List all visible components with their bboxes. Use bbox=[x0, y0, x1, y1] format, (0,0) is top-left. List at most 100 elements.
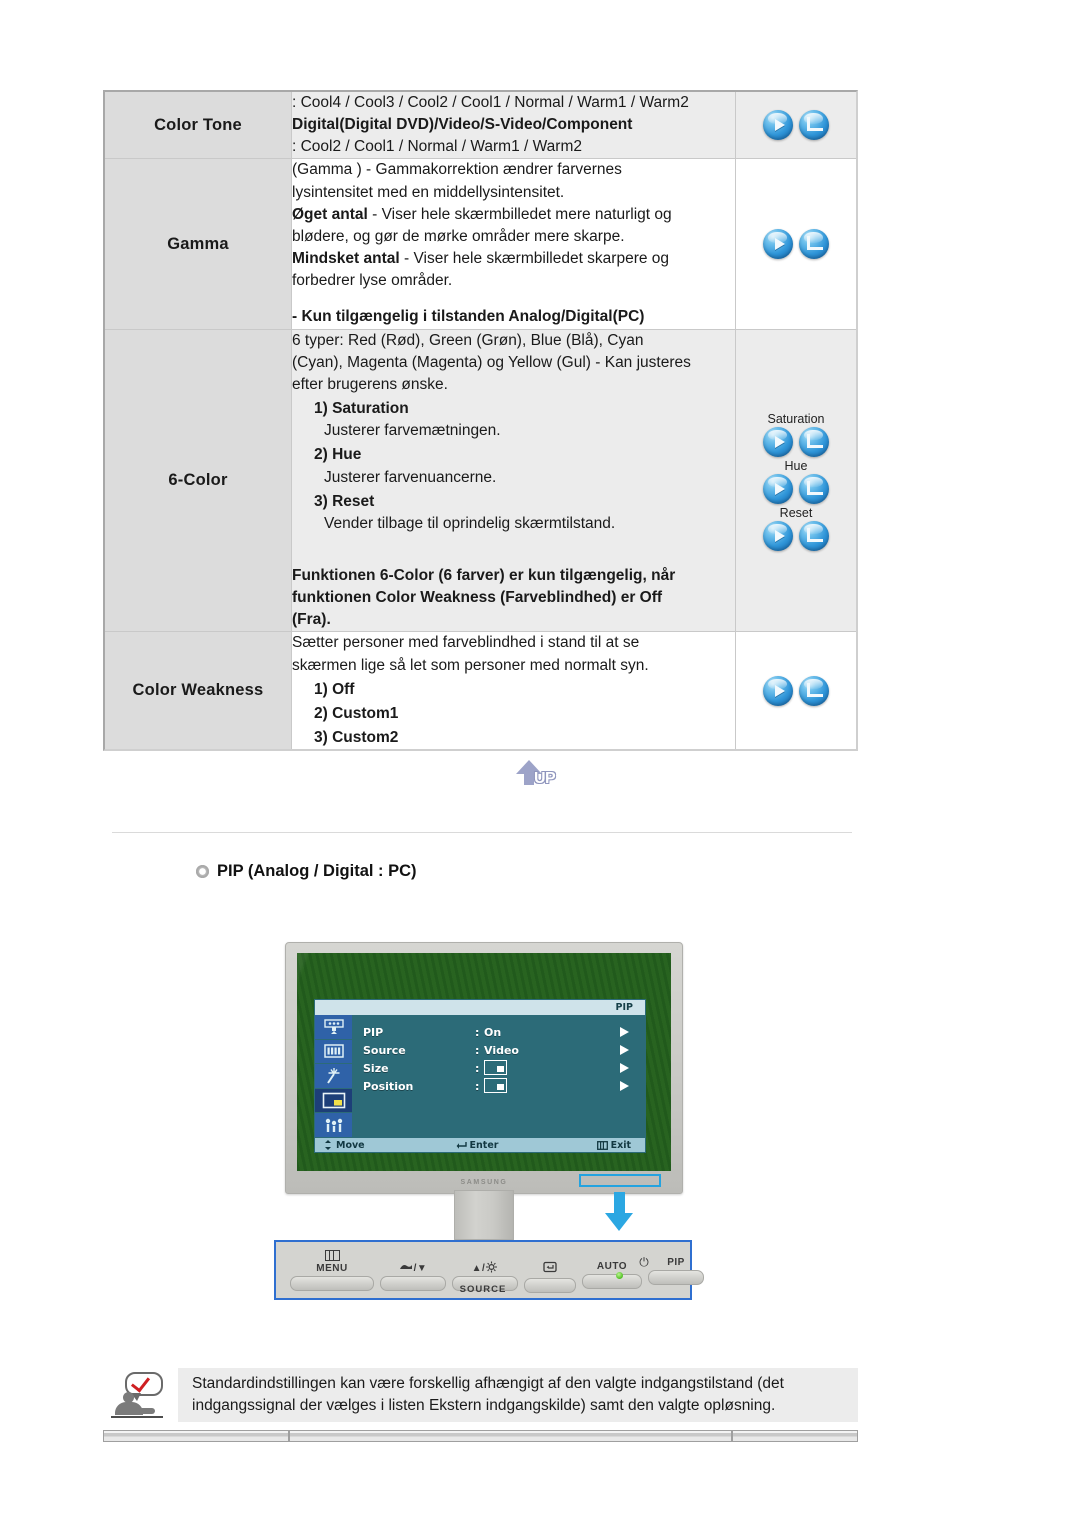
enter-source-icon bbox=[543, 1261, 557, 1273]
enter-icon[interactable] bbox=[799, 229, 829, 260]
spec-option-desc: Vender tilbage til oprindelig skærmtilst… bbox=[324, 514, 616, 532]
enter-icon[interactable] bbox=[799, 427, 829, 457]
spec-line: 6 typer: Red (Rød), Green (Grøn), Blue (… bbox=[292, 331, 644, 349]
color-icon bbox=[323, 1044, 344, 1059]
table-row: Color Tone: Cool4 / Cool3 / Cool2 / Cool… bbox=[105, 92, 856, 160]
osd-item-name: Position bbox=[363, 1079, 414, 1093]
chevron-right-icon[interactable] bbox=[620, 1027, 629, 1037]
osd-button-group bbox=[736, 229, 856, 260]
spec-line: forbedrer lyse områder. bbox=[292, 272, 453, 290]
spec-option-desc: Justerer farvenuancerne. bbox=[324, 468, 497, 486]
spec-line: (Fra). bbox=[292, 611, 331, 629]
osd-menu-item[interactable]: Size: bbox=[363, 1059, 639, 1077]
osd-icon-setup[interactable] bbox=[315, 1113, 352, 1138]
osd-item-list: PIP: On Source: Video Size: Position: bbox=[363, 1023, 639, 1095]
monitor-bezel: PIP PIP: On Source: Video Size: Posit… bbox=[285, 942, 683, 1194]
osd-button-group: Saturation bbox=[736, 412, 856, 457]
osd-item-value bbox=[484, 1078, 620, 1094]
osd-button-group-label: Reset bbox=[779, 506, 813, 520]
play-icon[interactable] bbox=[763, 110, 793, 141]
person-arm-icon bbox=[139, 1408, 155, 1414]
osd-icon-image-setup[interactable] bbox=[315, 1015, 352, 1040]
play-icon[interactable] bbox=[763, 229, 793, 260]
osd-menu-item[interactable]: Source: Video bbox=[363, 1041, 639, 1059]
panel-source-down-label: /▼ bbox=[380, 1261, 446, 1274]
chevron-right-icon[interactable] bbox=[620, 1063, 629, 1073]
note-person-icon bbox=[111, 1370, 169, 1420]
chevron-right-icon[interactable] bbox=[620, 1045, 629, 1055]
osd-item-colon: : bbox=[475, 1061, 480, 1075]
osd-footer-move: Move bbox=[315, 1140, 426, 1151]
play-icon[interactable] bbox=[763, 427, 793, 457]
power-led-indicator bbox=[616, 1271, 623, 1279]
table-row: 6-Color 6 typer: Red (Rød), Green (Grøn),… bbox=[105, 329, 856, 633]
spec-line: - Kun tilgængelig i tilstanden Analog/Di… bbox=[292, 308, 645, 326]
spec-term: Mindsket antal bbox=[292, 250, 400, 268]
pip-size-box-icon bbox=[484, 1078, 507, 1093]
osd-button-row bbox=[736, 675, 856, 706]
up-button-label: UP bbox=[534, 770, 556, 787]
osd-item-name: Source bbox=[363, 1043, 406, 1057]
spec-line: lysintensitet med en middellysintensitet… bbox=[292, 183, 565, 201]
osd-button-group: Reset bbox=[736, 506, 856, 551]
spec-line: funktionen Color Weakness (Farveblindhed… bbox=[292, 589, 663, 607]
osd-item-value: Video bbox=[484, 1043, 519, 1057]
menu-icon bbox=[324, 1250, 340, 1261]
exit-menu-icon bbox=[596, 1140, 608, 1150]
bullet-icon bbox=[196, 865, 209, 878]
pip-heading-label: PIP (Analog / Digital : PC) bbox=[217, 862, 417, 880]
enter-icon[interactable] bbox=[799, 474, 829, 504]
osd-icon-pip[interactable] bbox=[315, 1088, 352, 1114]
osd-button-group: Hue bbox=[736, 459, 856, 504]
osd-icon-magic[interactable] bbox=[315, 1064, 352, 1089]
up-button[interactable]: UP bbox=[514, 760, 566, 794]
spec-line: Digital(Digital DVD)/Video/S-Video/Compo… bbox=[292, 116, 633, 134]
osd-menu-item[interactable]: PIP: On bbox=[363, 1023, 639, 1041]
setup-icon bbox=[325, 1118, 342, 1132]
osd-spec-table: Color Tone: Cool4 / Cool3 / Cool2 / Cool… bbox=[103, 90, 858, 752]
monitor-figure: PIP PIP: On Source: Video Size: Posit… bbox=[265, 940, 825, 1310]
spec-table-body: Color Tone: Cool4 / Cool3 / Cool2 / Cool… bbox=[105, 92, 856, 750]
panel-power-button[interactable]: ⏻ bbox=[610, 1256, 678, 1283]
chevron-right-icon[interactable] bbox=[620, 1081, 629, 1091]
spec-line: Funktionen 6-Color (6 farver) er kun til… bbox=[292, 566, 676, 584]
osd-enter-label: Enter bbox=[469, 1139, 499, 1151]
note-text-box: Standardindstillingen kan være forskelli… bbox=[178, 1368, 858, 1422]
image-setup-icon bbox=[323, 1019, 344, 1034]
spec-option: 3) Custom2 bbox=[314, 729, 399, 747]
osd-footer: Move Enter Exit bbox=[315, 1138, 645, 1152]
spec-line: efter brugerens ønske. bbox=[292, 375, 448, 393]
bottom-note: Standardindstillingen kan være forskelli… bbox=[103, 1368, 858, 1422]
source-down-icon bbox=[399, 1265, 412, 1269]
play-icon[interactable] bbox=[763, 675, 793, 706]
panel-menu-label: MENU bbox=[316, 1263, 348, 1274]
enter-icon[interactable] bbox=[799, 675, 829, 706]
spec-row-label: Color Tone bbox=[105, 92, 292, 160]
osd-button-row bbox=[736, 521, 856, 551]
control-panel-highlight-box bbox=[579, 1174, 661, 1187]
play-icon[interactable] bbox=[763, 521, 793, 551]
note-underline bbox=[111, 1416, 163, 1418]
panel-source-label: SOURCE bbox=[459, 1284, 507, 1295]
spec-line: (Gamma ) - Gammakorrektion ændrer farver… bbox=[292, 161, 622, 179]
spec-row-buttons: Saturation Hue Reset bbox=[735, 329, 856, 633]
osd-title: PIP bbox=[315, 1000, 645, 1015]
table-row: Gamma (Gamma ) - Gammakorrektion ændrer f… bbox=[105, 158, 856, 330]
play-icon[interactable] bbox=[763, 474, 793, 504]
enter-icon[interactable] bbox=[799, 110, 829, 141]
osd-button-group bbox=[736, 675, 856, 706]
callout-arrow-icon bbox=[605, 1192, 633, 1232]
spec-line: : Cool4 / Cool3 / Cool2 / Cool1 / Normal… bbox=[292, 94, 689, 111]
enter-icon[interactable] bbox=[799, 521, 829, 551]
spec-option: 1) Off bbox=[314, 680, 355, 698]
osd-button-row bbox=[736, 427, 856, 457]
spec-row-description: 6 typer: Red (Rød), Green (Grøn), Blue (… bbox=[291, 329, 736, 633]
spec-line: : Cool2 / Cool1 / Normal / Warm1 / Warm2 bbox=[292, 138, 582, 156]
osd-button-group-label: Hue bbox=[784, 459, 808, 473]
up-arrow-stem bbox=[524, 773, 534, 785]
page-footer-rails bbox=[103, 1430, 858, 1444]
power-icon: ⏻ bbox=[639, 1255, 649, 1269]
osd-icon-color[interactable] bbox=[315, 1040, 352, 1065]
osd-menu-item[interactable]: Position: bbox=[363, 1077, 639, 1095]
